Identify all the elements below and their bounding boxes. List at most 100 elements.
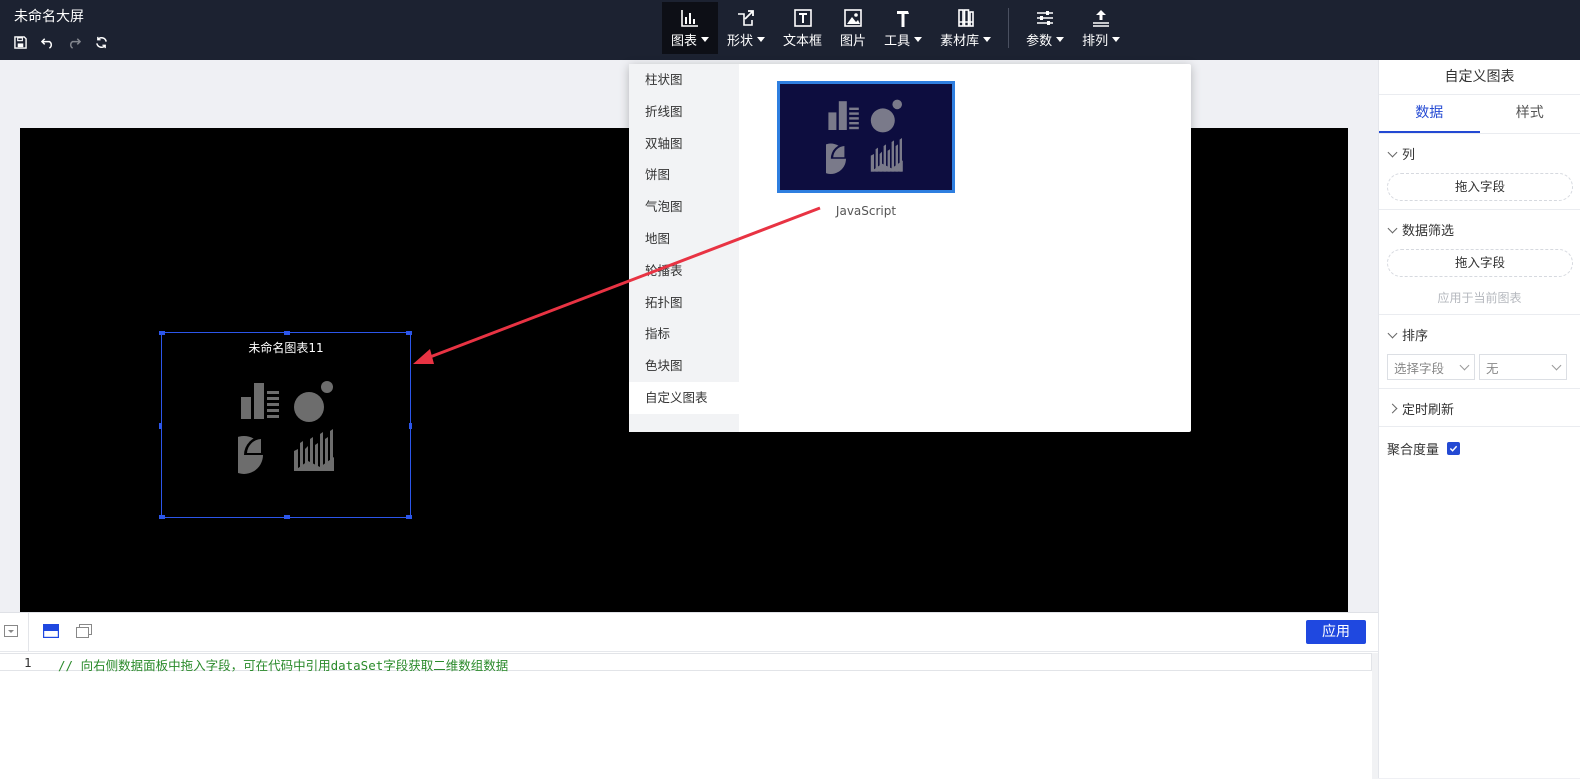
chart-type-topology[interactable]: 拓扑图 [629, 287, 739, 319]
apply-to-chart-link[interactable]: 应用于当前图表 [1379, 289, 1580, 306]
filter-label: 数据筛选 [1402, 220, 1454, 239]
resize-handle[interactable] [159, 331, 165, 335]
tab-style[interactable]: 样式 [1480, 95, 1580, 133]
chart-type-list: 柱状图 折线图 双轴图 饼图 气泡图 地图 轮播表 拓扑图 指标 色块图 自定义… [629, 64, 739, 432]
sort-field-select[interactable]: 选择字段 [1387, 354, 1475, 380]
editor-scrollbar[interactable] [1372, 653, 1378, 779]
arrange-menu-button[interactable]: 排列 [1073, 2, 1129, 54]
code-comment[interactable]: // 向右侧数据面板中拖入字段，可在代码中引用dataSet字段获取二维数组数据 [58, 655, 508, 674]
image-label: 图片 [840, 30, 866, 49]
filter-header[interactable]: 数据筛选 [1379, 220, 1580, 239]
chart-type-line[interactable]: 折线图 [629, 96, 739, 128]
caret-down-icon [701, 37, 709, 42]
chart-type-pie[interactable]: 饼图 [629, 159, 739, 191]
chevron-down-icon [1552, 360, 1562, 370]
chevron-down-icon [1388, 328, 1398, 338]
textbox-button[interactable]: 文本框 [774, 2, 831, 54]
resize-handle[interactable] [409, 423, 412, 429]
filter-section: 数据筛选 拖入字段 应用于当前图表 [1379, 210, 1580, 315]
chart-type-custom[interactable]: 自定义图表 [629, 382, 739, 414]
widget-title: 未命名图表11 [162, 339, 410, 356]
columns-header[interactable]: 列 [1379, 144, 1580, 163]
chart-type-bubble[interactable]: 气泡图 [629, 191, 739, 223]
code-line[interactable]: 1 // 向右侧数据面板中拖入字段，可在代码中引用dataSet字段获取二维数组… [0, 653, 1372, 671]
columns-drop-zone[interactable]: 拖入字段 [1387, 173, 1573, 201]
dock-bottom-icon[interactable] [42, 623, 60, 639]
caret-down-icon [1112, 37, 1120, 42]
resize-handle[interactable] [406, 331, 412, 335]
params-menu-button[interactable]: 参数 [1017, 2, 1073, 54]
params-menu-label: 参数 [1026, 30, 1052, 49]
caret-down-icon [914, 37, 922, 42]
resize-handle[interactable] [159, 515, 165, 519]
sort-label: 排序 [1402, 325, 1428, 344]
chart-widget[interactable]: 未命名图表11 [161, 332, 411, 518]
tools-menu-button[interactable]: 工具 [875, 2, 931, 54]
chart-type-dual-axis[interactable]: 双轴图 [629, 128, 739, 160]
tab-data[interactable]: 数据 [1379, 95, 1480, 133]
sort-order-select[interactable]: 无 [1479, 354, 1567, 380]
aggregate-checkbox[interactable] [1447, 442, 1460, 455]
panel-tabs: 数据 样式 [1379, 95, 1580, 134]
chart-menu-button[interactable]: 图表 [662, 2, 718, 54]
float-window-icon[interactable] [75, 623, 93, 639]
line-number: 1 [24, 655, 32, 670]
chart-type-map[interactable]: 地图 [629, 223, 739, 255]
chevron-down-icon [1388, 147, 1398, 157]
image-icon [843, 8, 863, 28]
textbox-icon [793, 8, 813, 28]
bring-to-front-icon [1091, 8, 1111, 28]
panel-title: 自定义图表 [1379, 60, 1580, 95]
editor-divider [28, 613, 29, 651]
shape-menu-button[interactable]: 形状 [718, 2, 774, 54]
refresh-section: 定时刷新 [1379, 389, 1580, 427]
chart-type-carousel-table[interactable]: 轮播表 [629, 255, 739, 287]
apply-button[interactable]: 应用 [1306, 620, 1366, 644]
code-editor-panel: 应用 1 // 向右侧数据面板中拖入字段，可在代码中引用dataSet字段获取二… [0, 612, 1378, 779]
custom-chart-icon [238, 379, 338, 479]
bar-chart-icon [680, 8, 700, 28]
shape-menu-label: 形状 [727, 30, 753, 49]
caret-down-icon [983, 37, 991, 42]
resize-handle[interactable] [159, 423, 162, 429]
save-icon[interactable] [10, 33, 31, 51]
chart-type-color-block[interactable]: 色块图 [629, 350, 739, 382]
quick-tools [10, 33, 112, 51]
refresh-header[interactable]: 定时刷新 [1379, 399, 1580, 418]
caret-down-icon [1056, 37, 1064, 42]
resize-handle[interactable] [406, 515, 412, 519]
filter-drop-zone[interactable]: 拖入字段 [1387, 249, 1573, 277]
assets-menu-label: 素材库 [940, 30, 979, 49]
sort-order-value: 无 [1486, 358, 1499, 377]
columns-section: 列 拖入字段 [1379, 134, 1580, 210]
check-icon [1449, 444, 1458, 453]
redo-icon[interactable] [64, 33, 85, 51]
top-bar: 未命名大屏 图表 形状 文本框 图片 [0, 0, 1580, 60]
refresh-icon[interactable] [91, 33, 112, 51]
refresh-label: 定时刷新 [1402, 399, 1454, 418]
resize-handle[interactable] [284, 331, 290, 335]
undo-icon[interactable] [37, 33, 58, 51]
hammer-icon [893, 8, 913, 28]
aggregate-row: 聚合度量 [1379, 427, 1580, 458]
sliders-icon [1035, 8, 1055, 28]
chevron-down-icon [1460, 360, 1470, 370]
toolbar-divider [1008, 8, 1009, 48]
sort-section: 排序 选择字段 无 [1379, 315, 1580, 389]
javascript-chart-tile[interactable] [777, 81, 955, 193]
document-title[interactable]: 未命名大屏 [14, 6, 84, 26]
chart-type-bar[interactable]: 柱状图 [629, 64, 739, 96]
editor-toolbar: 应用 [0, 613, 1378, 652]
chevron-right-icon [1388, 404, 1398, 414]
image-button[interactable]: 图片 [831, 2, 875, 54]
tools-menu-label: 工具 [884, 30, 910, 49]
main-toolbar: 图表 形状 文本框 图片 工具 素材库 参数 排列 [662, 2, 1129, 54]
sort-header[interactable]: 排序 [1379, 325, 1580, 344]
chart-type-indicator[interactable]: 指标 [629, 318, 739, 350]
chevron-down-icon [1388, 223, 1398, 233]
collapse-panel-icon[interactable] [2, 623, 20, 639]
resize-handle[interactable] [284, 515, 290, 519]
assets-menu-button[interactable]: 素材库 [931, 2, 1000, 54]
custom-chart-icon [826, 98, 906, 178]
chart-menu-label: 图表 [671, 30, 697, 49]
